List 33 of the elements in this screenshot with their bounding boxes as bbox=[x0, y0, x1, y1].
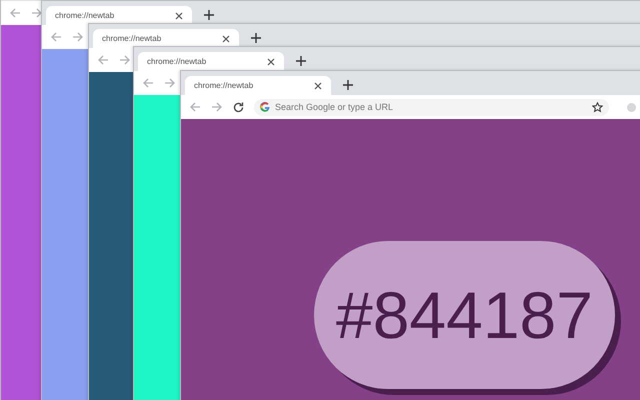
color-code-label: #844187 bbox=[314, 241, 615, 389]
plus-icon[interactable] bbox=[343, 80, 353, 90]
star-icon[interactable] bbox=[592, 102, 603, 112]
forward-arrow-icon[interactable] bbox=[211, 101, 223, 113]
browser-tab[interactable]: chrome://newtab bbox=[185, 76, 331, 95]
close-icon[interactable] bbox=[222, 34, 230, 42]
browser-tab[interactable]: chrome://newtab bbox=[93, 29, 239, 48]
browser-tab[interactable]: chrome://newtab bbox=[46, 6, 192, 25]
back-arrow-icon[interactable] bbox=[9, 7, 21, 19]
plus-icon[interactable] bbox=[251, 33, 261, 43]
address-bar[interactable]: Search Google or type a URL bbox=[254, 98, 609, 116]
close-icon[interactable] bbox=[175, 12, 183, 20]
back-arrow-icon[interactable] bbox=[189, 101, 201, 113]
forward-arrow-icon[interactable] bbox=[164, 77, 176, 89]
forward-arrow-icon[interactable] bbox=[72, 31, 84, 43]
forward-arrow-icon[interactable] bbox=[119, 54, 131, 66]
search-field[interactable]: Search Google or type a URL bbox=[275, 102, 587, 112]
back-arrow-icon[interactable] bbox=[50, 31, 62, 43]
close-icon[interactable] bbox=[267, 58, 275, 66]
profile-avatar[interactable] bbox=[627, 102, 636, 112]
tab-title: chrome://newtab bbox=[55, 11, 114, 20]
plus-icon[interactable] bbox=[296, 56, 306, 66]
tab-title: chrome://newtab bbox=[102, 34, 162, 43]
tab-title: chrome://newtab bbox=[147, 57, 206, 66]
forward-arrow-icon[interactable] bbox=[31, 7, 43, 19]
close-icon[interactable] bbox=[314, 82, 322, 90]
back-arrow-icon[interactable] bbox=[97, 54, 109, 66]
back-arrow-icon[interactable] bbox=[142, 77, 154, 89]
plus-icon[interactable] bbox=[204, 10, 214, 20]
g-logo-icon bbox=[260, 102, 270, 112]
browser-tab[interactable]: chrome://newtab bbox=[138, 52, 284, 71]
reload-icon[interactable] bbox=[233, 102, 244, 112]
tab-title: chrome://newtab bbox=[194, 81, 254, 90]
